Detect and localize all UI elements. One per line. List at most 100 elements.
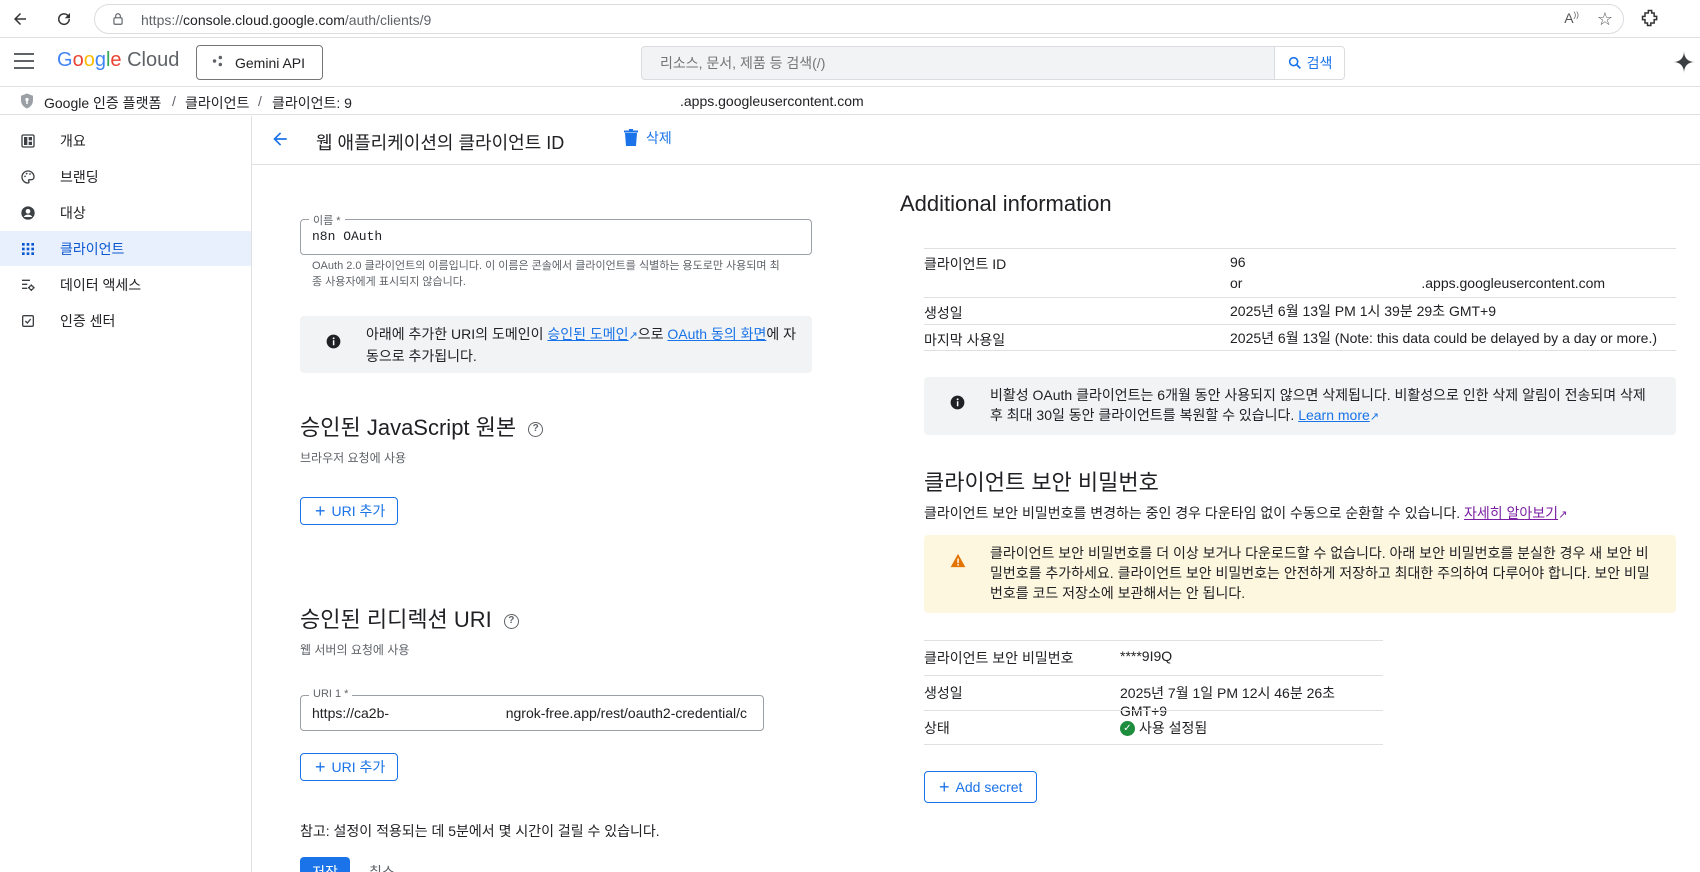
sidebar-item-data-access[interactable]: 데이터 액세스 bbox=[0, 267, 251, 302]
row-key: 상태 bbox=[924, 720, 950, 736]
breadcrumb-separator: / bbox=[258, 93, 262, 109]
js-origins-subtitle: 브라우저 요청에 사용 bbox=[300, 451, 407, 465]
url-text: https://console.cloud.google.com/auth/cl… bbox=[141, 12, 432, 28]
reload-icon[interactable] bbox=[52, 7, 76, 31]
table-row: 상태 ✓ 사용 설정됨 bbox=[924, 710, 1383, 745]
table-row: 마지막 사용일 2025년 6월 13일 (Note: this data co… bbox=[924, 324, 1676, 351]
sidebar-item-clients[interactable]: 클라이언트 bbox=[0, 231, 251, 266]
secret-warning-text: 클라이언트 보안 비밀번호를 더 이상 보거나 다운로드할 수 없습니다. 아래… bbox=[990, 545, 1650, 601]
info-icon bbox=[326, 334, 341, 352]
name-input[interactable]: n8n OAuth bbox=[312, 229, 382, 244]
external-link-icon: ↗ bbox=[1558, 509, 1568, 521]
row-key: 클라이언트 보안 비밀번호 bbox=[924, 650, 1074, 666]
palette-icon bbox=[20, 169, 36, 185]
site-info-icon[interactable] bbox=[111, 12, 125, 29]
sidebar-item-audience[interactable]: 대상 bbox=[0, 195, 251, 230]
dashboard-icon bbox=[20, 133, 36, 149]
person-icon bbox=[20, 205, 36, 221]
console-header: Google Cloud Gemini API 검색 bbox=[0, 38, 1700, 87]
sidebar-item-label: 인증 센터 bbox=[60, 313, 116, 329]
sidebar-item-label: 대상 bbox=[60, 205, 86, 221]
search-icon bbox=[1288, 56, 1301, 69]
secret-value: ****9I9Q bbox=[1120, 648, 1173, 664]
plus-icon: + bbox=[939, 777, 950, 797]
external-link-icon: ↗ bbox=[1369, 411, 1379, 423]
sidebar-item-label: 클라이언트 bbox=[60, 241, 125, 257]
cancel-button[interactable]: 취소 bbox=[369, 862, 395, 872]
settings-note: 참고: 설정이 적용되는 데 5분에서 몇 시간이 걸릴 수 있습니다. bbox=[300, 823, 660, 839]
extensions-icon[interactable] bbox=[1640, 8, 1660, 31]
domain-info-text: 아래에 추가한 URI의 도메인이 승인된 도메인↗으로 OAuth 동의 화면… bbox=[366, 326, 797, 364]
row-key: 생성일 bbox=[924, 685, 963, 701]
plus-icon: + bbox=[315, 757, 326, 777]
delete-button[interactable]: 삭제 bbox=[624, 128, 672, 148]
row-key: 마지막 사용일 bbox=[924, 332, 1006, 348]
add-secret-button[interactable]: + Add secret bbox=[924, 771, 1038, 803]
apps-grid-icon bbox=[20, 241, 36, 257]
sidebar-item-label: 데이터 액세스 bbox=[60, 277, 142, 293]
external-link-icon: ↗ bbox=[628, 330, 638, 342]
client-id-value: 96 or .apps.googleusercontent.com bbox=[1230, 254, 1606, 291]
breadcrumb-clients[interactable]: 클라이언트 bbox=[185, 93, 249, 113]
address-bar[interactable]: https://console.cloud.google.com/auth/cl… bbox=[94, 4, 1624, 34]
add-js-origin-uri-button[interactable]: + URI 추가 bbox=[300, 497, 399, 525]
sidebar: 개요 브랜딩 대상 클라이언트 데이터 액세스 인증 센터 bbox=[0, 116, 252, 872]
search-button[interactable]: 검색 bbox=[1275, 46, 1345, 80]
client-secret-title: 클라이언트 보안 비밀번호 bbox=[924, 470, 1159, 495]
favorite-star-icon[interactable]: ☆ bbox=[1597, 10, 1613, 28]
google-cloud-logo[interactable]: Google Cloud bbox=[57, 49, 179, 72]
name-field-label: 이름 * bbox=[309, 212, 345, 228]
search-field[interactable] bbox=[641, 46, 1275, 80]
row-key: 클라이언트 ID bbox=[924, 256, 1007, 272]
add-secret-label: Add secret bbox=[955, 779, 1023, 795]
breadcrumb: Google 인증 플랫폼 / 클라이언트 / 클라이언트: 9 .apps.g… bbox=[0, 88, 1700, 115]
uri1-field-label: URI 1 * bbox=[309, 688, 353, 700]
uri1-field[interactable]: URI 1 * https://ca2b- ngrok-free.app/res… bbox=[300, 688, 764, 731]
menu-icon[interactable] bbox=[14, 53, 34, 74]
gemini-sparkle-icon[interactable] bbox=[1672, 50, 1696, 77]
redirect-uris-title: 승인된 리디렉션 URI? bbox=[300, 602, 519, 634]
domain-info-box: 아래에 추가한 URI의 도메인이 승인된 도메인↗으로 OAuth 동의 화면… bbox=[300, 316, 812, 373]
uri1-input[interactable]: https://ca2b- ngrok-free.app/rest/oauth2… bbox=[312, 705, 756, 721]
delete-label: 삭제 bbox=[646, 130, 672, 146]
learn-more-secret-link[interactable]: 자세히 알아보기 bbox=[1464, 505, 1558, 521]
client-secret-description: 클라이언트 보안 비밀번호를 변경하는 중인 경우 다운타임 없이 수동으로 순… bbox=[924, 505, 1568, 521]
inactive-client-info-text: 비활성 OAuth 클라이언트는 6개월 동안 사용되지 않으면 삭제됩니다. … bbox=[990, 387, 1646, 423]
redirect-uris-subtitle: 웹 서버의 요청에 사용 bbox=[300, 643, 410, 657]
learn-more-link[interactable]: Learn more bbox=[1298, 407, 1370, 423]
save-button[interactable]: 저장 bbox=[300, 857, 350, 872]
sidebar-item-overview[interactable]: 개요 bbox=[0, 123, 251, 158]
help-icon[interactable]: ? bbox=[503, 613, 519, 629]
search-button-label: 검색 bbox=[1306, 55, 1333, 71]
breadcrumb-suffix: .apps.googleusercontent.com bbox=[680, 93, 864, 109]
search-input[interactable] bbox=[642, 47, 1274, 79]
sidebar-item-label: 개요 bbox=[60, 133, 86, 149]
project-picker-button[interactable]: Gemini API bbox=[196, 45, 323, 80]
secret-warning-box: 클라이언트 보안 비밀번호를 더 이상 보거나 다운로드할 수 없습니다. 아래… bbox=[924, 535, 1676, 613]
help-icon[interactable]: ? bbox=[528, 421, 544, 437]
plus-icon: + bbox=[315, 501, 326, 521]
status-text: 사용 설정됨 bbox=[1139, 720, 1208, 736]
breadcrumb-root[interactable]: Google 인증 플랫폼 bbox=[44, 93, 161, 113]
sidebar-item-branding[interactable]: 브랜딩 bbox=[0, 159, 251, 194]
back-icon[interactable] bbox=[8, 7, 32, 31]
add-redirect-uri-button[interactable]: + URI 추가 bbox=[300, 753, 399, 781]
name-field[interactable]: 이름 * n8n OAuth bbox=[300, 212, 812, 255]
check-circle-icon: ✓ bbox=[1120, 720, 1135, 736]
status-badge: ✓ 사용 설정됨 bbox=[1120, 718, 1207, 738]
read-aloud-icon[interactable]: A)) bbox=[1564, 10, 1579, 28]
data-settings-icon bbox=[20, 277, 36, 293]
oauth-consent-link[interactable]: OAuth 동의 화면 bbox=[667, 326, 766, 342]
additional-info-table: 클라이언트 ID 96 or .apps.googleusercontent.co… bbox=[924, 248, 1676, 351]
additional-info-title: Additional information bbox=[900, 191, 1112, 216]
inactive-client-info-box: 비활성 OAuth 클라이언트는 6개월 동안 사용되지 않으면 삭제됩니다. … bbox=[924, 377, 1676, 435]
add-uri-label: URI 추가 bbox=[331, 759, 386, 775]
browser-toolbar: https://console.cloud.google.com/auth/cl… bbox=[0, 0, 1700, 38]
page-title: 웹 애플리케이션의 클라이언트 ID bbox=[316, 133, 565, 153]
sidebar-item-verification-center[interactable]: 인증 센터 bbox=[0, 303, 251, 338]
back-arrow-icon[interactable] bbox=[270, 129, 290, 152]
info-icon bbox=[950, 395, 965, 413]
table-row: 생성일 2025년 7월 1일 PM 12시 46분 26초 GMT+9 bbox=[924, 675, 1383, 719]
authorized-domains-link[interactable]: 승인된 도메인 bbox=[547, 326, 628, 342]
js-origins-title: 승인된 JavaScript 원본? bbox=[300, 410, 544, 442]
